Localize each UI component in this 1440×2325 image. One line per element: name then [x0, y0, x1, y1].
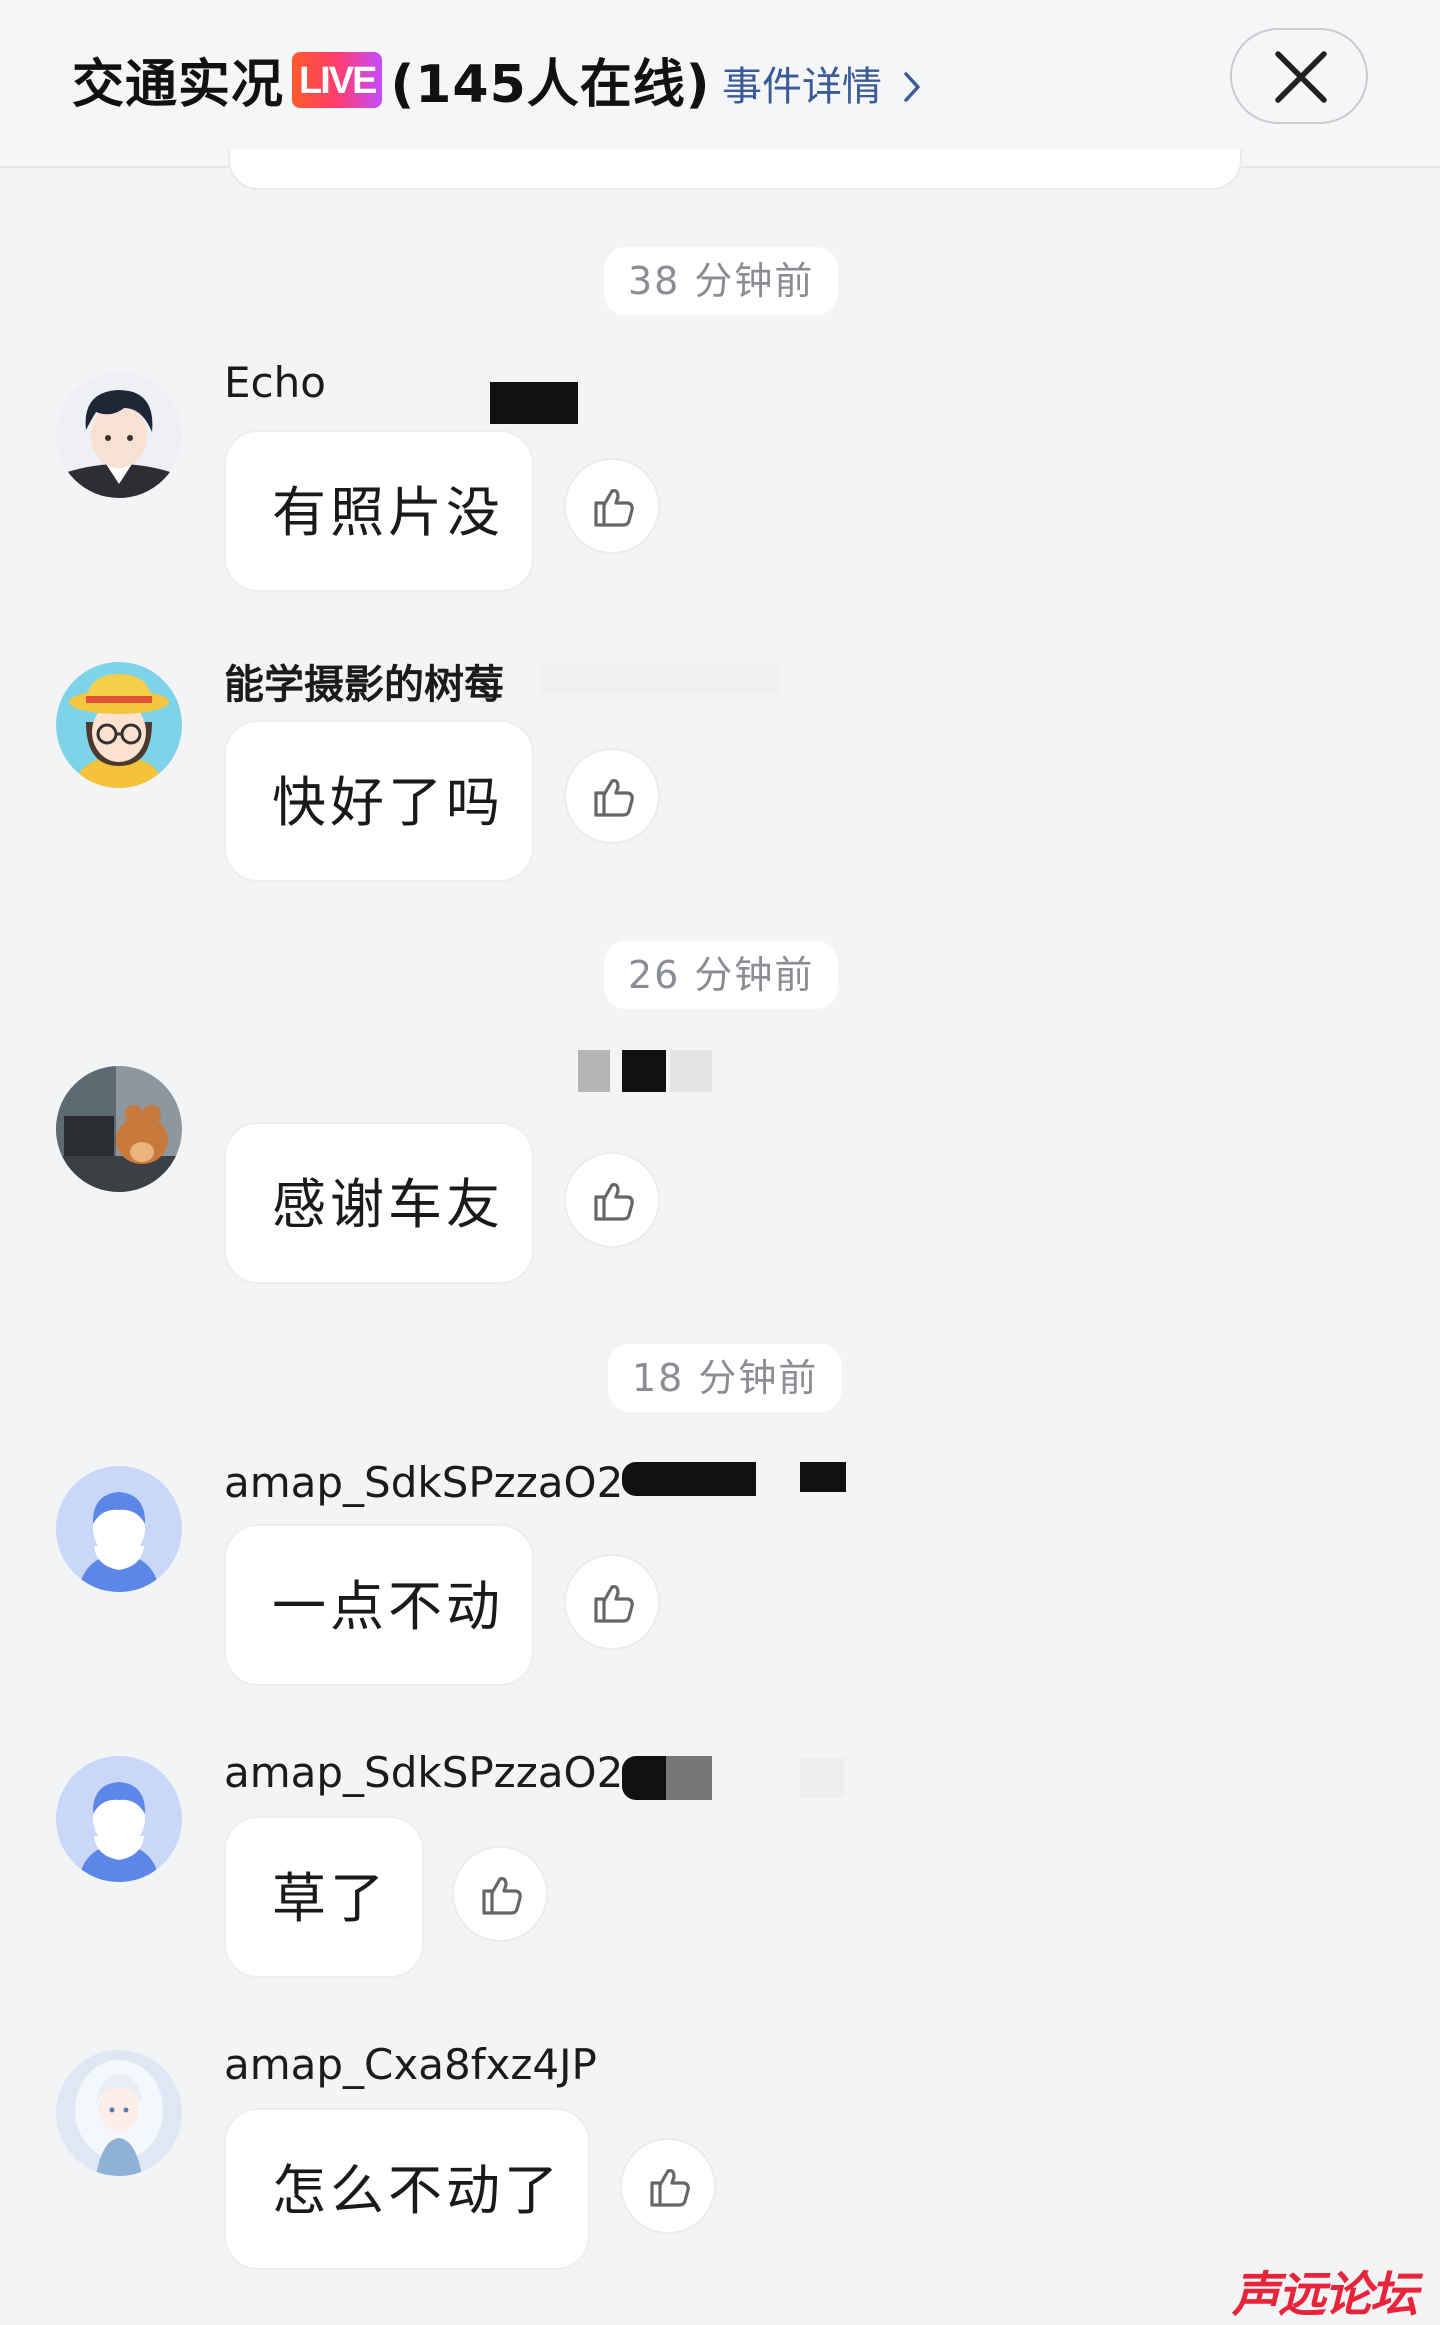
thumbs-up-icon: [594, 1585, 634, 1623]
event-details-label: 事件详情: [722, 64, 882, 110]
avatar[interactable]: [56, 2050, 182, 2176]
anime-white-hair-avatar: [56, 2050, 182, 2176]
close-icon: [1275, 51, 1327, 103]
avatar[interactable]: [56, 1756, 182, 1882]
avatar[interactable]: [56, 372, 182, 498]
thumbs-up-icon: [594, 489, 634, 527]
thumbs-up-icon: [482, 1877, 522, 1915]
title-text: 交通实况: [72, 55, 285, 115]
redacted-badge: [800, 1462, 846, 1492]
message-bubble[interactable]: 快好了吗: [224, 720, 534, 882]
photo-avatar: [56, 1066, 182, 1192]
redacted-badge: [622, 1756, 666, 1800]
avatar[interactable]: [56, 1466, 182, 1592]
username: amap_SdkSPzzaO2: [224, 1748, 624, 1797]
redacted-badge: [666, 1756, 712, 1800]
default-person-avatar: [56, 1756, 182, 1882]
like-button[interactable]: [452, 1846, 548, 1942]
like-button[interactable]: [564, 748, 660, 844]
username: amap_Cxa8fxz4JP: [224, 2040, 597, 2089]
like-button[interactable]: [620, 2138, 716, 2234]
like-button[interactable]: [564, 458, 660, 554]
page-title: 交通实况 LIVE (145人在线): [72, 42, 711, 117]
redacted-badge: [800, 1758, 844, 1798]
message-bubble[interactable]: 一点不动: [224, 1524, 534, 1686]
message-bubble[interactable]: 感谢车友: [224, 1122, 534, 1284]
like-button[interactable]: [564, 1152, 660, 1248]
page-header: 交通实况 LIVE (145人在线) 事件详情: [0, 0, 1440, 168]
previous-message-card: [228, 150, 1242, 190]
redacted-badge: [490, 382, 578, 424]
event-details-link[interactable]: 事件详情: [722, 54, 923, 112]
live-badge: LIVE: [292, 51, 383, 108]
username: Echo: [224, 358, 326, 407]
like-button[interactable]: [564, 1554, 660, 1650]
message-bubble[interactable]: 怎么不动了: [224, 2108, 590, 2270]
default-person-avatar: [56, 1466, 182, 1592]
thumbs-up-icon: [650, 2169, 690, 2207]
username: amap_SdkSPzzaO2: [224, 1458, 624, 1507]
message-bubble[interactable]: 有照片没: [224, 430, 534, 592]
online-count: (145人在线): [390, 55, 711, 115]
redacted-badge: [670, 1050, 712, 1092]
timestamp-divider: 38 分钟前: [604, 247, 839, 315]
redacted-badge: [578, 1050, 610, 1092]
chevron-right-icon: [903, 72, 920, 102]
redacted-badge: [622, 1050, 666, 1092]
avatar[interactable]: [56, 1066, 182, 1192]
close-button[interactable]: [1230, 28, 1368, 124]
timestamp-divider: 26 分钟前: [604, 941, 839, 1009]
straw-hat-girl-avatar: [56, 662, 182, 788]
watermark: 声远论坛: [1232, 2267, 1418, 2323]
redacted-badge: [622, 1462, 756, 1496]
message-bubble[interactable]: 草了: [224, 1816, 424, 1978]
timestamp-divider: 18 分钟前: [608, 1344, 843, 1412]
anime-boy-avatar: [56, 372, 182, 498]
thumbs-up-icon: [594, 779, 634, 817]
redacted-badge: [540, 664, 780, 694]
avatar[interactable]: [56, 662, 182, 788]
username: 能学摄影的树莓: [224, 662, 504, 708]
thumbs-up-icon: [594, 1183, 634, 1221]
